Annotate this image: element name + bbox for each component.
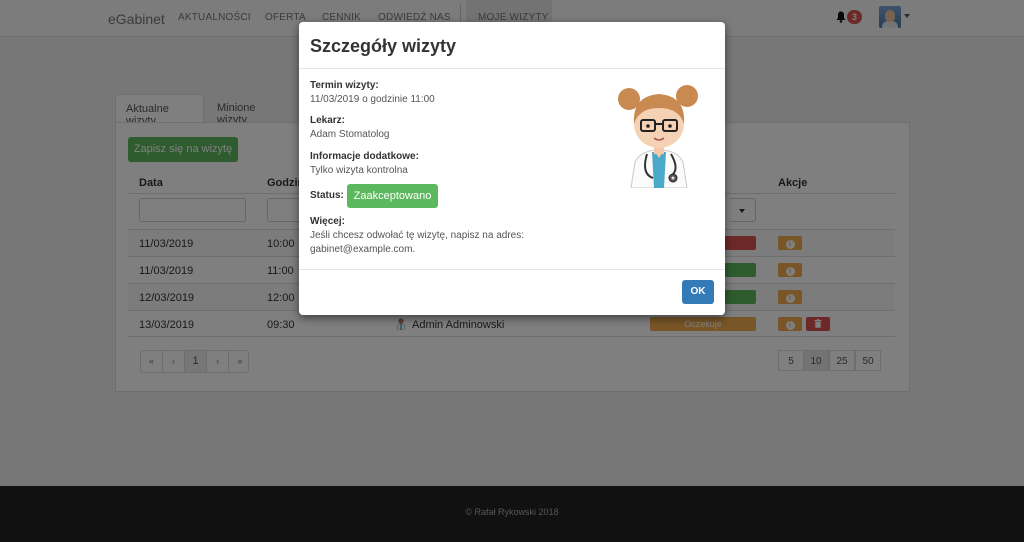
status-label: Status: xyxy=(310,190,344,201)
modal-header-divider xyxy=(299,68,725,69)
more-text-line2: gabinet@example.com. xyxy=(310,244,416,255)
more-label: Więcej: xyxy=(310,216,345,227)
modal-title: Szczegóły wizyty xyxy=(310,36,457,56)
term-value: 11/03/2019 o godzinie 11:00 xyxy=(310,94,435,105)
doctor-illustration xyxy=(618,85,698,188)
more-text-line1: Jeśli chcesz odwołać tę wizytę, napisz n… xyxy=(310,230,524,241)
info-value: Tylko wizyta kontrolna xyxy=(310,165,408,176)
status-badge: Zaakceptowano xyxy=(347,184,438,208)
doctor-label: Lekarz: xyxy=(310,115,346,126)
ok-button[interactable]: OK xyxy=(682,280,714,304)
term-label: Termin wizyty: xyxy=(310,80,379,91)
info-label: Informacje dodatkowe: xyxy=(310,151,419,162)
modal-footer-divider xyxy=(299,269,725,270)
visit-details-modal: Szczegóły wizyty Termin wizyty: 11/03/20… xyxy=(299,22,725,315)
doctor-value: Adam Stomatolog xyxy=(310,129,390,140)
